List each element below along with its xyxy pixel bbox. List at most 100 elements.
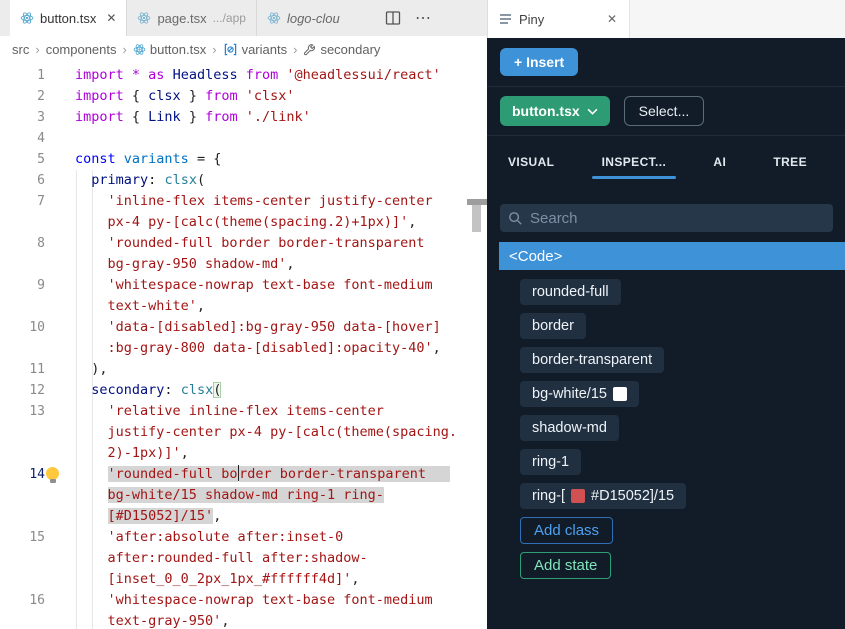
search-input[interactable] [530,209,825,227]
code-line[interactable]: 7 'inline-flex items-center justify-cent… [0,191,487,212]
breadcrumb: src › components › button.tsx › variants… [0,36,487,62]
line-number [0,611,60,629]
code-line[interactable]: 11 ), [0,359,487,380]
code-line[interactable]: 8 'rounded-full border border-transparen… [0,233,487,254]
code-text: 2)-1px)]', [107,445,189,461]
code-text: 'after:absolute after:inset-0 [107,529,344,545]
search-box[interactable] [500,204,833,232]
code-text: primary: clsx( [91,172,206,188]
line-number [0,254,60,275]
code-text: const variants = { [75,151,222,167]
class-chip[interactable]: ring-[#D15052]/15 [520,483,687,509]
code-line[interactable]: 5 const variants = { [0,149,487,170]
file-dropdown-label: button.tsx [512,103,580,119]
color-swatch [571,489,586,503]
react-icon [133,43,146,55]
code-text: justify-center px-4 py-[calc(theme(spaci… [107,424,458,440]
chip-label: border [532,318,574,334]
line-number: 11 [29,362,45,377]
code-line[interactable]: 2 import { clsx } from 'clsx' [0,86,487,107]
close-icon[interactable]: ✕ [607,12,617,26]
code-line[interactable]: text-white', [0,296,487,317]
code-element-header[interactable]: <Code> [499,242,845,270]
class-chip[interactable]: shadow-md [520,415,619,441]
insert-button[interactable]: + Insert [500,48,579,76]
code-line[interactable]: 13 'relative inline-flex items-center [0,401,487,422]
tab-path-suffix: .../app [212,11,246,25]
class-chip[interactable]: border [520,313,586,339]
code-line[interactable]: 4 [0,128,487,149]
react-icon [267,12,281,24]
code-text: import * as Headless from '@headlessui/r… [75,67,441,83]
select-button[interactable]: Select... [623,96,705,126]
tab-page-tsx[interactable]: page.tsx .../app [127,0,257,36]
code-text: 'rounded-full border border-transparent [75,464,451,485]
code-line[interactable]: [#D15052]/15', [0,506,487,527]
scrollbar-thumb[interactable] [472,205,481,232]
code-text: 'data-[disabled]:bg-gray-950 data-[hover… [107,319,441,335]
tab-button-tsx[interactable]: button.tsx ✕ [10,0,128,36]
panel-tab-visual[interactable]: VISUAL [508,145,554,183]
breadcrumb-src[interactable]: src [12,42,29,57]
breadcrumb-variants[interactable]: variants [223,42,287,57]
chip-label: ring-1 [532,454,570,470]
file-dropdown-button[interactable]: button.tsx [500,96,610,126]
close-icon[interactable]: ✕ [106,11,116,25]
tab-logo-cloud[interactable]: logo-clou [257,0,369,36]
line-number [0,422,60,443]
code-line[interactable]: [inset_0_0_2px_1px_#ffffff4d]', [0,569,487,590]
code-line[interactable]: :bg-gray-800 data-[disabled]:opacity-40'… [0,338,487,359]
panel-tab-ai[interactable]: AI [713,145,726,183]
breadcrumb-components[interactable]: components [46,42,117,57]
class-chip[interactable]: border-transparent [520,347,665,373]
editor-tab-bar: button.tsx ✕ page.tsx .../app logo-clou … [0,0,487,36]
chip-label: bg-white/15 [532,386,607,402]
panel-tab-inspect[interactable]: INSPECT... [591,145,676,183]
line-number: 15 [29,530,45,545]
line-number [0,506,60,527]
react-icon [138,12,151,24]
code-line[interactable]: 15 'after:absolute after:inset-0 [0,527,487,548]
code-line[interactable]: after:rounded-full after:shadow- [0,548,487,569]
code-line[interactable]: 14 'rounded-full bo rder border-transpare… [0,464,487,485]
tab-piny[interactable]: Piny ✕ [488,0,630,38]
code-text: px-4 py-[calc(theme(spacing.2)+1px)]', [107,214,417,230]
code-line[interactable]: text-gray-950', [0,611,487,629]
code-line[interactable]: 1 import * as Headless from '@headlessui/… [0,65,487,86]
chip-label: rounded-full [532,284,609,300]
code-line[interactable]: 16 'whitespace-nowrap text-base font-med… [0,590,487,611]
code-line[interactable]: 12 secondary: clsx( [0,380,487,401]
add-class-button[interactable]: Add class [520,517,614,544]
line-number: 5 [37,152,45,167]
code-line[interactable]: 10 'data-[disabled]:bg-gray-950 data-[ho… [0,317,487,338]
chevron-down-icon [587,108,598,115]
line-number: 2 [37,89,45,104]
split-editor-icon[interactable] [385,10,401,26]
breadcrumb-separator: › [122,41,127,57]
breadcrumb-secondary[interactable]: secondary [303,42,380,57]
more-actions-icon[interactable]: ⋯ [415,8,432,28]
code-line[interactable]: bg-white/15 shadow-md ring-1 ring- [0,485,487,506]
line-number: 9 [37,278,45,293]
line-number: 3 [37,110,45,125]
breadcrumb-file[interactable]: button.tsx [133,42,206,57]
code-editor[interactable]: 1 import * as Headless from '@headlessui/… [0,62,487,629]
code-line[interactable]: 3 import { Link } from './link' [0,107,487,128]
code-line[interactable]: px-4 py-[calc(theme(spacing.2)+1px)]', [0,212,487,233]
code-text: :bg-gray-800 data-[disabled]:opacity-40'… [107,340,441,356]
class-chip[interactable]: bg-white/15 [520,381,639,407]
class-chip[interactable]: ring-1 [520,449,582,475]
code-line[interactable]: 2)-1px)]', [0,443,487,464]
add-state-button[interactable]: Add state [520,552,612,579]
panel-tabs: VISUAL INSPECT... AI TREE [487,136,845,191]
code-text: import { clsx } from 'clsx' [75,88,295,104]
panel-tab-tree[interactable]: TREE [773,145,807,183]
code-line[interactable]: 9 'whitespace-nowrap text-base font-medi… [0,275,487,296]
code-line[interactable]: 6 primary: clsx( [0,170,487,191]
code-line[interactable]: bg-gray-950 shadow-md', [0,254,487,275]
line-number: 6 [37,173,45,188]
breadcrumb-separator: › [212,41,217,57]
class-chip[interactable]: rounded-full [520,279,621,305]
code-line[interactable]: justify-center px-4 py-[calc(theme(spaci… [0,422,487,443]
lightbulb-icon[interactable] [46,467,59,483]
